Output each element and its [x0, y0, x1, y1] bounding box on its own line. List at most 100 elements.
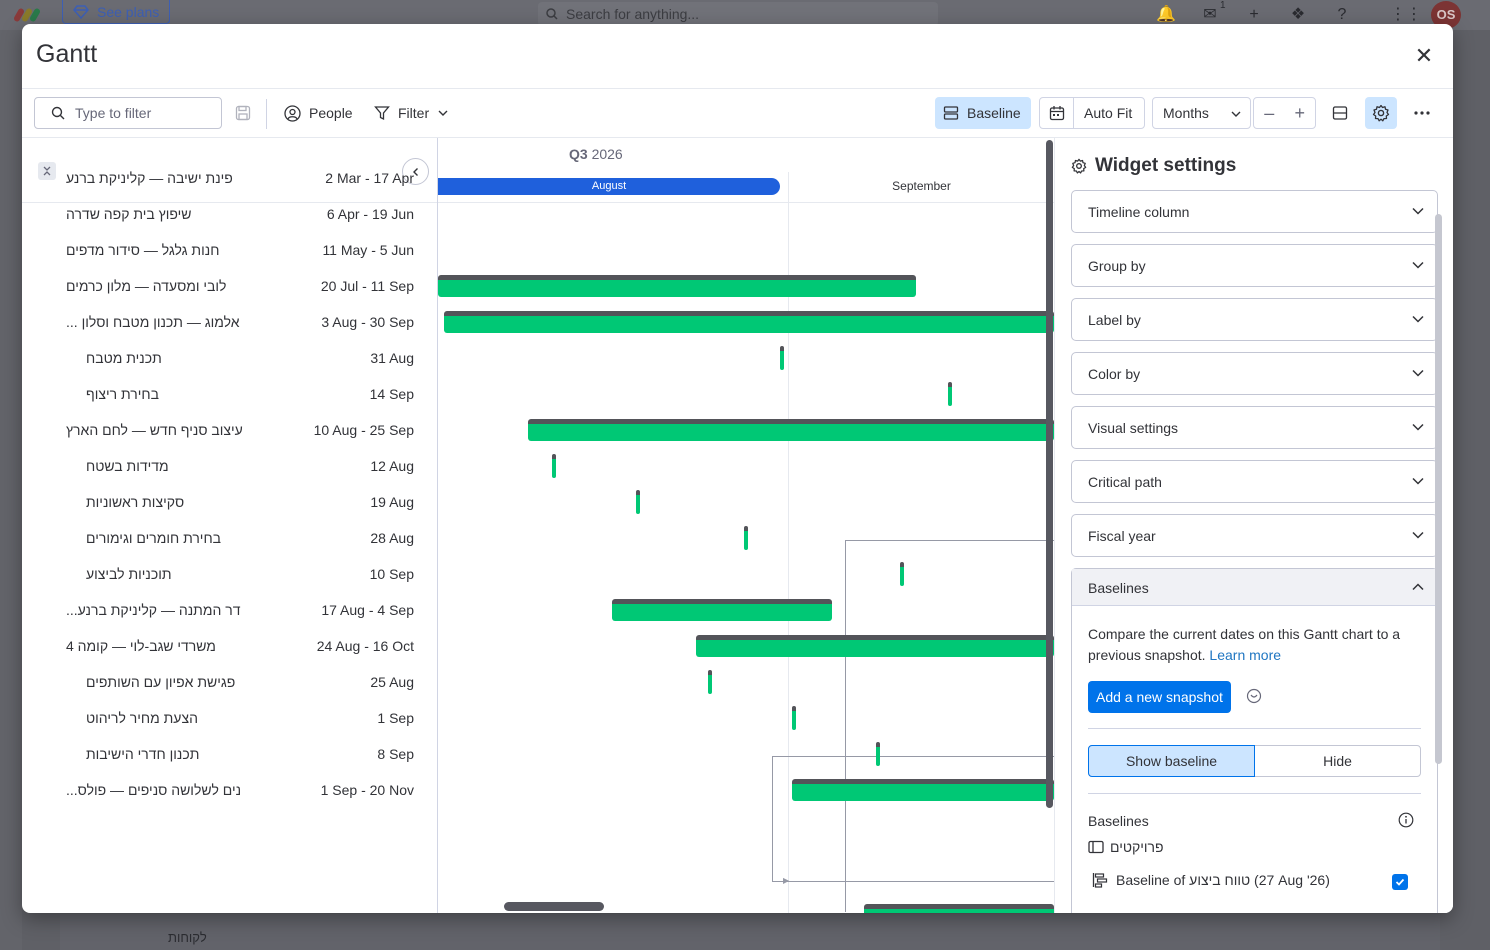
- baseline-item-label: Baseline of טווח ביצוע (27 Aug '26): [1116, 872, 1330, 888]
- save-view-icon[interactable]: [235, 105, 251, 121]
- show-baseline-option[interactable]: Show baseline: [1088, 745, 1255, 777]
- diamond-icon: [73, 5, 89, 19]
- baselines-header-label: Baselines: [1088, 580, 1149, 596]
- subitem-row[interactable]: תכנית מטבח 31 Aug: [22, 340, 437, 376]
- item-row[interactable]: לובי ומסעדה — מלון כרמים 20 Jul - 11 Sep: [22, 268, 437, 304]
- settings-scrollbar[interactable]: [1435, 214, 1442, 764]
- item-dates: 14 Sep: [369, 386, 414, 402]
- milestone-marker[interactable]: [900, 562, 904, 586]
- gantt-bar[interactable]: [612, 599, 832, 621]
- gantt-modal: Gantt ✕ People Filter Baseline Auto Fit …: [22, 24, 1453, 913]
- settings-section-group-by[interactable]: Group by: [1071, 244, 1438, 287]
- invite-icon[interactable]: +: [1244, 5, 1264, 25]
- timeline-header-divider: [438, 202, 1054, 203]
- gear-icon: [1071, 158, 1087, 174]
- bell-icon[interactable]: 🔔: [1156, 5, 1176, 25]
- subitem-row[interactable]: בחירת ריצוף 14 Sep: [22, 376, 437, 412]
- gantt-bar[interactable]: [864, 904, 1054, 913]
- item-row[interactable]: חנות גלגל — סידור מדפים 11 May - 5 Jun: [22, 232, 437, 268]
- zoom-in-button[interactable]: +: [1285, 103, 1316, 124]
- apps-icon[interactable]: ❖: [1288, 5, 1308, 25]
- item-row[interactable]: פינת ישיבה — קליניקת ברנע 2 Mar - 17 Apr: [22, 160, 437, 196]
- milestone-marker[interactable]: [780, 346, 784, 370]
- gantt-bar[interactable]: [528, 419, 1054, 441]
- hide-baseline-option[interactable]: Hide: [1255, 746, 1420, 776]
- item-name: משרדי שגב-לוי — קומה 4: [66, 638, 216, 654]
- auto-fit-button[interactable]: Auto Fit: [1074, 105, 1132, 121]
- auto-fit-group: Auto Fit: [1039, 97, 1145, 129]
- more-options-button[interactable]: [1406, 97, 1438, 129]
- subitem-row[interactable]: הצעת מחיר לריהוט 1 Sep: [22, 700, 437, 736]
- milestone-marker[interactable]: [792, 706, 796, 730]
- close-icon[interactable]: ✕: [1410, 42, 1438, 70]
- subitem-row[interactable]: סקיצות ראשוניות 19 Aug: [22, 484, 437, 520]
- milestone-marker[interactable]: [708, 670, 712, 694]
- subitem-row[interactable]: בחירת חומרים וגימורים 28 Aug: [22, 520, 437, 556]
- settings-section-fiscal-year[interactable]: Fiscal year: [1071, 514, 1438, 557]
- settings-section-label: Timeline column: [1088, 204, 1190, 220]
- global-search[interactable]: Search for anything...: [538, 2, 938, 26]
- subitem-name: תכנית מטבח: [86, 350, 162, 366]
- zoom-select[interactable]: Months: [1152, 97, 1251, 129]
- milestone-marker[interactable]: [744, 526, 748, 550]
- learn-more-link[interactable]: Learn more: [1209, 647, 1281, 663]
- gantt-bar[interactable]: [792, 779, 1054, 801]
- baselines-list-title: Baselines: [1088, 813, 1149, 829]
- settings-section-critical-path[interactable]: Critical path: [1071, 460, 1438, 503]
- settings-section-label-by[interactable]: Label by: [1071, 298, 1438, 341]
- settings-section-color-by[interactable]: Color by: [1071, 352, 1438, 395]
- item-row[interactable]: משרדי שגב-לוי — קומה 4 24 Aug - 16 Oct: [22, 628, 437, 664]
- quarter-year: 2026: [591, 146, 623, 162]
- settings-button[interactable]: [1365, 97, 1397, 129]
- baseline-button[interactable]: Baseline: [935, 97, 1031, 129]
- item-name: פינת ישיבה — קליניקת ברנע: [66, 170, 233, 186]
- timeline-horizontal-scrollbar[interactable]: [504, 902, 604, 911]
- item-dates: 10 Sep: [369, 566, 414, 582]
- item-name: ... אלמוג — תכנון מטבח וסלון: [66, 314, 240, 330]
- item-row[interactable]: ... אלמוג — תכנון מטבח וסלון 3 Aug - 30 S…: [22, 304, 437, 340]
- item-row[interactable]: ...נים לשלושה סניפים — פולס 1 Sep - 20 No…: [22, 772, 437, 808]
- gantt-bar[interactable]: [696, 635, 1054, 657]
- item-dates: 17 Aug - 4 Sep: [321, 602, 414, 618]
- subitem-name: סקיצות ראשוניות: [86, 494, 185, 510]
- baseline-checkbox[interactable]: [1392, 874, 1408, 890]
- subitem-name: תכנון חדרי הישיבות: [86, 746, 200, 762]
- add-snapshot-button[interactable]: Add a new snapshot: [1088, 681, 1231, 713]
- filter-icon: [374, 106, 390, 121]
- item-dates: 20 Jul - 11 Sep: [320, 278, 414, 294]
- item-row[interactable]: עיצוב סניף חדש — לחם הארץ 10 Aug - 25 Sep: [22, 412, 437, 448]
- chevron-down-icon: [1412, 423, 1424, 431]
- item-name: עיצוב סניף חדש — לחם הארץ: [66, 422, 243, 438]
- milestone-marker[interactable]: [948, 382, 952, 406]
- milestone-marker[interactable]: [552, 454, 556, 478]
- zoom-out-button[interactable]: –: [1254, 103, 1285, 124]
- filter-button[interactable]: Filter: [368, 97, 455, 129]
- subitem-row[interactable]: מדידות בשטח 12 Aug: [22, 448, 437, 484]
- subitem-row[interactable]: תכנון חדרי הישיבות 8 Sep: [22, 736, 437, 772]
- gantt-bar[interactable]: [444, 311, 1054, 333]
- see-plans-button[interactable]: See plans: [62, 0, 171, 24]
- layout-button[interactable]: [1324, 97, 1356, 129]
- item-row[interactable]: ...דר המתנה — קליניקת ברנע 17 Aug - 4 Sep: [22, 592, 437, 628]
- timeline-vertical-scrollbar[interactable]: [1046, 140, 1053, 808]
- settings-section-timeline-column[interactable]: Timeline column: [1071, 190, 1438, 233]
- see-plans-label: See plans: [97, 4, 160, 20]
- month-september: September: [892, 179, 951, 193]
- baselines-header[interactable]: Baselines: [1072, 569, 1437, 606]
- milestone-marker[interactable]: [636, 490, 640, 514]
- gantt-bar[interactable]: [438, 275, 916, 297]
- item-row[interactable]: שיפוץ בית קפה שדרה 6 Apr - 19 Jun: [22, 196, 437, 232]
- people-button[interactable]: People: [278, 97, 359, 129]
- help-icon[interactable]: ?: [1332, 5, 1352, 25]
- grid-menu-icon[interactable]: ⋮⋮: [1390, 5, 1422, 25]
- milestone-marker[interactable]: [876, 742, 880, 766]
- feedback-icon[interactable]: [1246, 688, 1262, 704]
- calendar-button[interactable]: [1040, 98, 1074, 128]
- subitem-row[interactable]: פגישת אפיון עם השותפים 25 Aug: [22, 664, 437, 700]
- settings-section-visual-settings[interactable]: Visual settings: [1071, 406, 1438, 449]
- info-icon[interactable]: [1398, 812, 1414, 828]
- inbox-icon[interactable]: ✉: [1200, 5, 1220, 25]
- gear-icon: [1372, 104, 1390, 122]
- subitem-row[interactable]: תוכניות לביצוע 10 Sep: [22, 556, 437, 592]
- background-bottom: לקוחות: [60, 914, 1440, 950]
